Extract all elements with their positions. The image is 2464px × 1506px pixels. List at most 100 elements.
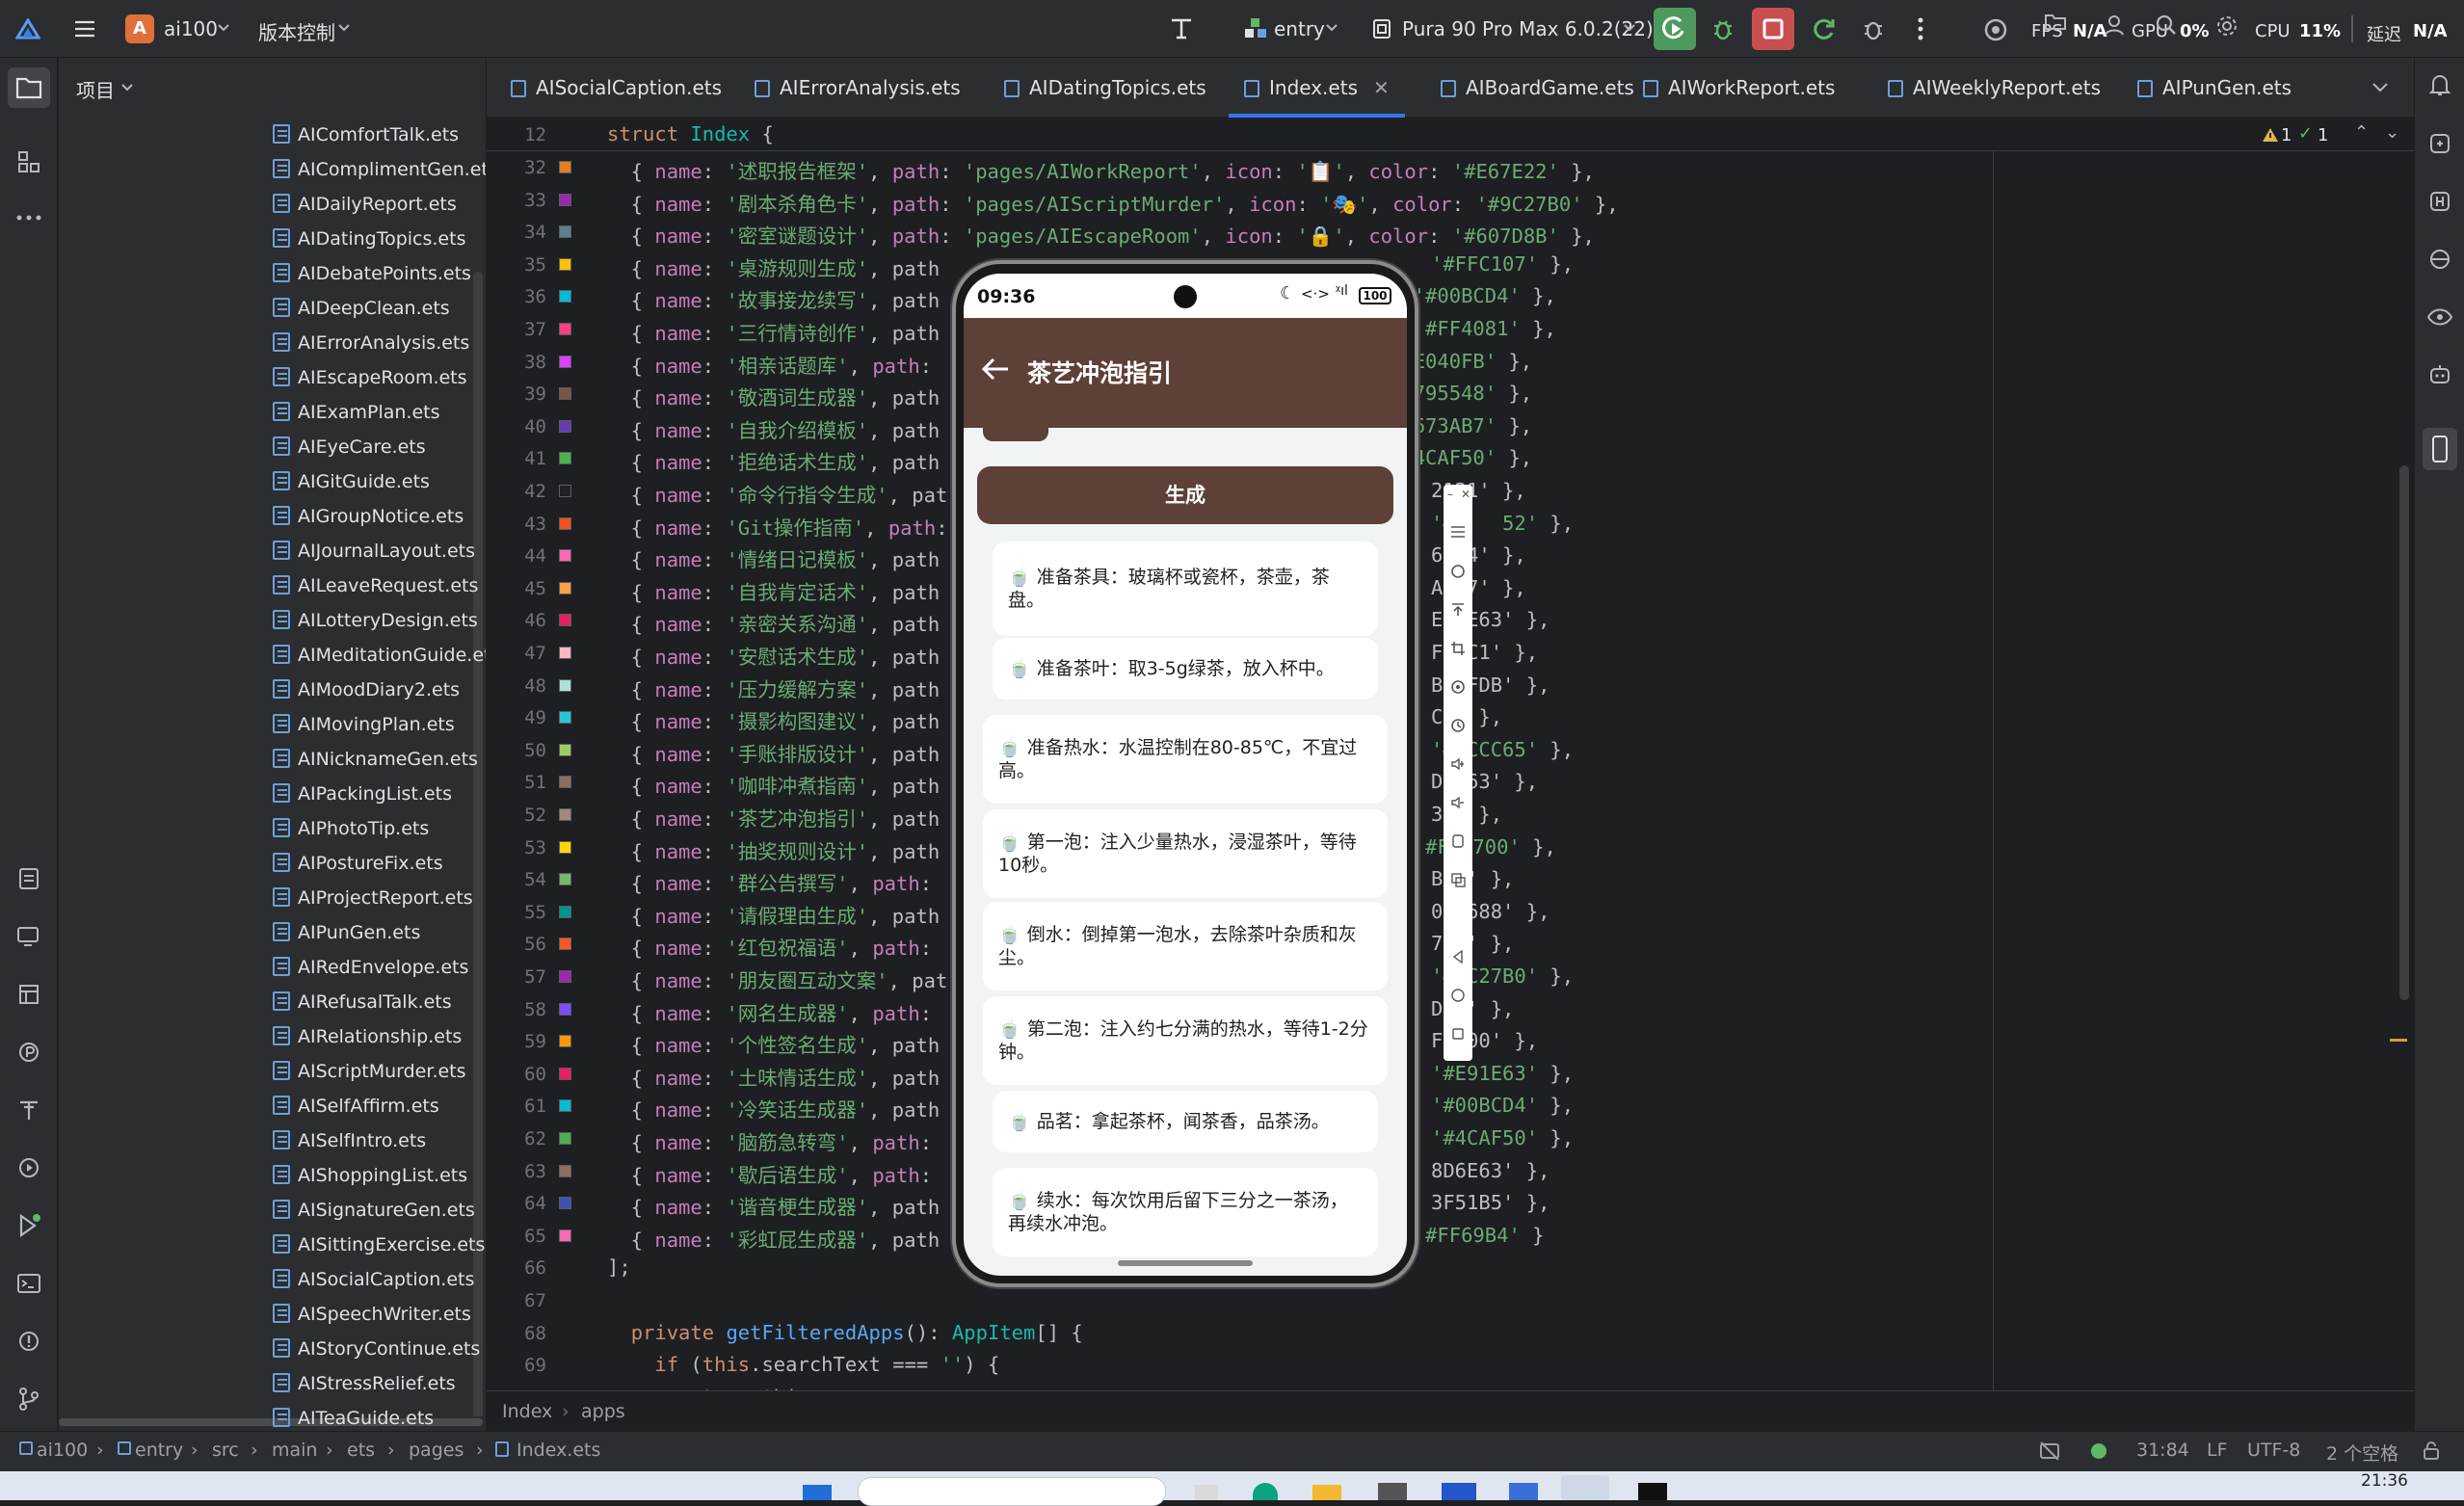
start-icon[interactable] — [803, 1485, 832, 1500]
explorer-icon[interactable] — [1312, 1485, 1341, 1500]
fold-icon[interactable] — [1450, 833, 1466, 849]
project-panel-title[interactable]: 项目 — [76, 75, 115, 103]
indent-setting[interactable]: 2 个空格 — [2326, 1440, 2398, 1466]
file-tree-item[interactable]: AIScriptMurder.ets — [273, 1054, 466, 1089]
volume-down-icon[interactable] — [1450, 795, 1466, 810]
file-tree-item[interactable]: AIShoppingList.ets — [273, 1158, 467, 1193]
chevron-up-icon[interactable]: ⌃ — [2354, 122, 2369, 143]
log-icon[interactable] — [13, 979, 44, 1010]
warning-icon[interactable] — [2262, 126, 2279, 144]
status-path-item[interactable]: main — [272, 1440, 317, 1461]
file-tree-item[interactable]: AISignatureGen.ets — [273, 1193, 475, 1228]
app-icon[interactable] — [1253, 1483, 1278, 1500]
apply-changes-icon[interactable] — [1806, 12, 1841, 46]
folder-icon[interactable] — [2043, 12, 2068, 33]
file-tree-item[interactable]: AIExamPlan.ets — [273, 395, 440, 430]
file-tree-item[interactable]: AIEscapeRoom.ets — [273, 360, 467, 395]
tab-aierroranalysis[interactable]: AIErrorAnalysis.ets — [755, 58, 961, 118]
lock-icon[interactable] — [2421, 1440, 2442, 1461]
app-icon[interactable] — [1442, 1483, 1476, 1500]
taskbar-search[interactable] — [858, 1477, 1166, 1506]
problems-icon[interactable] — [13, 1326, 44, 1357]
status-path-item[interactable]: src — [212, 1440, 239, 1461]
file-tree-item[interactable]: AIPostureFix.ets — [273, 846, 443, 881]
profiler-tool-icon[interactable] — [13, 1037, 44, 1068]
file-tree-item[interactable]: AIComplimentGen.ets — [273, 152, 486, 187]
file-tree-item[interactable]: AILotteryDesign.ets — [273, 603, 478, 638]
home-indicator[interactable] — [1118, 1260, 1253, 1266]
close-icon[interactable]: ✕ — [1461, 489, 1476, 504]
file-tree-item[interactable]: AIGroupNotice.ets — [273, 499, 464, 534]
file-tree-item[interactable]: AIDeepClean.ets — [273, 291, 450, 326]
deveco-logo-icon[interactable] — [13, 15, 42, 42]
tab-index[interactable]: Index.ets ✕ — [1229, 58, 1405, 118]
file-tree-item[interactable]: AITeaGuide.ets — [273, 1401, 434, 1428]
main-menu-icon[interactable] — [69, 14, 100, 43]
no-inspection-icon[interactable] — [2038, 1440, 2061, 1463]
chevron-down-icon[interactable] — [217, 21, 230, 35]
file-tree-item[interactable]: AISpeechWriter.ets — [273, 1297, 471, 1332]
notifications-icon[interactable] — [2427, 71, 2452, 98]
file-tree-item[interactable]: AIEyeCare.ets — [273, 430, 426, 464]
editor-scrollbar[interactable] — [2399, 465, 2409, 1000]
tab-aiworkreport[interactable]: AIWorkReport.ets — [1643, 58, 1835, 118]
app-icon[interactable] — [1195, 1485, 1218, 1500]
more-horizontal-icon[interactable] — [13, 202, 44, 233]
status-path-item[interactable]: ai100 — [37, 1440, 88, 1461]
chevron-down-icon[interactable] — [1325, 21, 1338, 35]
screenshot-crop-icon[interactable] — [1450, 641, 1466, 656]
file-tree-item[interactable]: AIErrorAnalysis.ets — [273, 326, 469, 360]
tab-aipungen[interactable]: AIPunGen.ets — [2137, 58, 2292, 118]
file-tree-item[interactable]: AIPackingList.ets — [273, 777, 452, 811]
tab-aidatingtopics[interactable]: AIDatingTopics.ets — [1004, 58, 1206, 118]
module-icon[interactable] — [1241, 12, 1270, 46]
tab-aiboardgame[interactable]: AIBoardGame.ets — [1441, 58, 1634, 118]
status-path-item[interactable]: Index.ets — [517, 1440, 600, 1461]
breadcrumb-item[interactable]: Index — [502, 1401, 552, 1422]
file-tree-item[interactable]: AIRelationship.ets — [273, 1019, 462, 1054]
device-manager-icon[interactable] — [13, 921, 44, 952]
file-tree-item[interactable]: AIJournalLayout.ets — [273, 534, 475, 568]
terminal-icon[interactable] — [13, 1268, 44, 1299]
file-tree-item[interactable]: AIPhotoTip.ets — [273, 811, 429, 846]
file-encoding[interactable]: UTF-8 — [2247, 1440, 2300, 1461]
arkui-inspector-icon[interactable] — [1164, 12, 1199, 46]
debug-icon[interactable] — [1706, 12, 1740, 46]
file-tree-item[interactable]: AIRedEnvelope.ets — [273, 950, 468, 985]
profiler-icon[interactable] — [1979, 13, 2012, 46]
previewer-icon[interactable] — [2427, 131, 2452, 156]
tab-list-chevron-icon[interactable] — [2371, 81, 2390, 94]
run-tool-icon[interactable] — [13, 1210, 44, 1241]
assistant-icon[interactable] — [2427, 362, 2452, 387]
app-icon[interactable] — [1378, 1483, 1407, 1500]
run-config-select[interactable]: entry — [1274, 17, 1325, 40]
user-icon[interactable] — [2103, 13, 2126, 37]
file-tree-item[interactable]: AISelfAffirm.ets — [273, 1089, 439, 1123]
file-tree-item[interactable]: AIPunGen.ets — [273, 915, 420, 950]
chevron-down-icon[interactable] — [337, 21, 351, 35]
settings-gear-icon[interactable] — [2214, 13, 2239, 39]
rotate-icon[interactable] — [1450, 679, 1466, 695]
status-ok-indicator[interactable] — [2091, 1443, 2106, 1459]
tab-aisocialcaption[interactable]: AISocialCaption.ets — [511, 58, 722, 118]
device-mirror-button[interactable] — [2423, 428, 2457, 470]
file-tree-item[interactable]: AIProjectReport.ets — [273, 881, 473, 915]
file-tree-item[interactable]: AIGitGuide.ets — [273, 464, 430, 499]
menu-icon[interactable] — [1450, 525, 1466, 541]
file-tree-item[interactable]: AIDatingTopics.ets — [273, 222, 465, 256]
file-tree-item[interactable]: AIMovingPlan.ets — [273, 707, 455, 742]
check-icon[interactable]: ✓ — [2298, 123, 2313, 144]
git-icon[interactable] — [13, 1384, 44, 1414]
search-icon[interactable] — [2155, 13, 2178, 37]
tab-aiweeklyreport[interactable]: AIWeeklyReport.ets — [1888, 58, 2101, 118]
attach-debugger-icon[interactable] — [1856, 12, 1891, 46]
chevron-down-icon[interactable]: ⌄ — [2385, 122, 2399, 143]
todo-icon[interactable] — [13, 863, 44, 894]
eye-icon[interactable] — [2427, 304, 2452, 330]
multi-window-icon[interactable] — [1450, 872, 1466, 887]
file-tree-item[interactable]: AISelfIntro.ets — [273, 1123, 426, 1158]
status-path-item[interactable]: entry — [135, 1440, 183, 1461]
file-tree-item[interactable]: AIStoryContinue.ets — [273, 1332, 480, 1366]
file-tree-item[interactable]: AIMoodDiary2.ets — [273, 673, 460, 707]
chevron-down-icon[interactable] — [120, 81, 134, 94]
